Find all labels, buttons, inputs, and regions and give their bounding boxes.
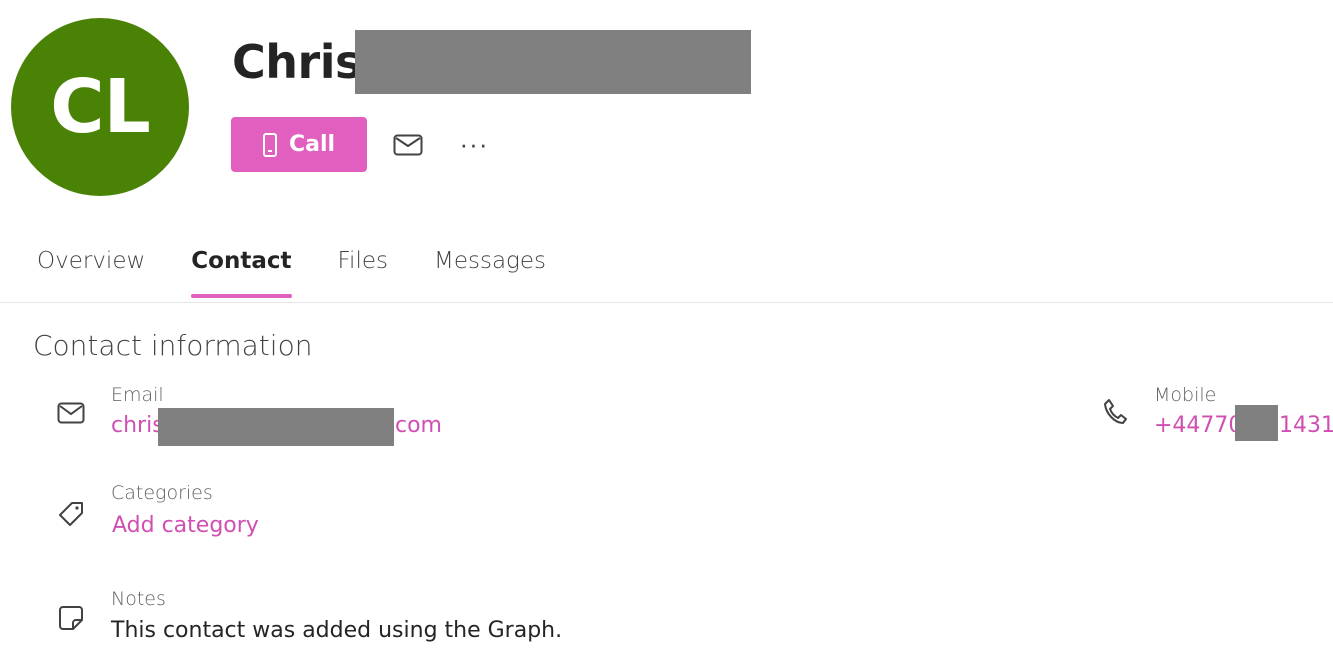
redacted-mobile [1235, 405, 1278, 441]
mail-icon [393, 134, 423, 156]
profile-tabs: Overview Contact Files Messages [37, 248, 592, 298]
section-title: Contact information [33, 329, 313, 362]
categories-label: Categories [111, 482, 213, 504]
email-value-prefix[interactable]: chris [111, 413, 164, 438]
contact-card: CL Chris Call ··· Overview Contact Files… [0, 0, 1333, 652]
mobile-value-suffix[interactable]: 1431 [1279, 413, 1333, 438]
mobile-phone-icon [262, 132, 277, 157]
more-options-button[interactable]: ··· [456, 128, 492, 160]
send-email-button[interactable] [390, 131, 426, 159]
tag-icon [57, 500, 85, 528]
email-label: Email [111, 384, 164, 406]
tab-messages[interactable]: Messages [434, 248, 546, 298]
tab-overview[interactable]: Overview [37, 248, 145, 298]
tab-contact[interactable]: Contact [191, 248, 292, 298]
redacted-last-name [355, 30, 751, 94]
note-icon [57, 604, 85, 632]
call-button[interactable]: Call [231, 117, 367, 172]
tab-files[interactable]: Files [338, 248, 388, 298]
avatar: CL [11, 18, 189, 196]
notes-value: This contact was added using the Graph. [111, 618, 563, 643]
mobile-label: Mobile [1154, 384, 1217, 406]
notes-label: Notes [111, 588, 166, 610]
add-category-link[interactable]: Add category [112, 513, 259, 538]
mobile-value-prefix[interactable]: +44770 [1154, 413, 1242, 438]
call-button-label: Call [288, 132, 336, 157]
contact-first-name: Chris [232, 35, 362, 89]
redacted-email [158, 408, 394, 446]
mail-icon [57, 399, 85, 427]
phone-icon [1101, 398, 1129, 426]
contact-name: Chris [232, 30, 362, 94]
more-horizontal-icon: ··· [459, 128, 489, 159]
email-value-suffix[interactable]: com [395, 413, 442, 438]
tabs-divider [0, 302, 1333, 303]
avatar-initials: CL [50, 64, 150, 150]
